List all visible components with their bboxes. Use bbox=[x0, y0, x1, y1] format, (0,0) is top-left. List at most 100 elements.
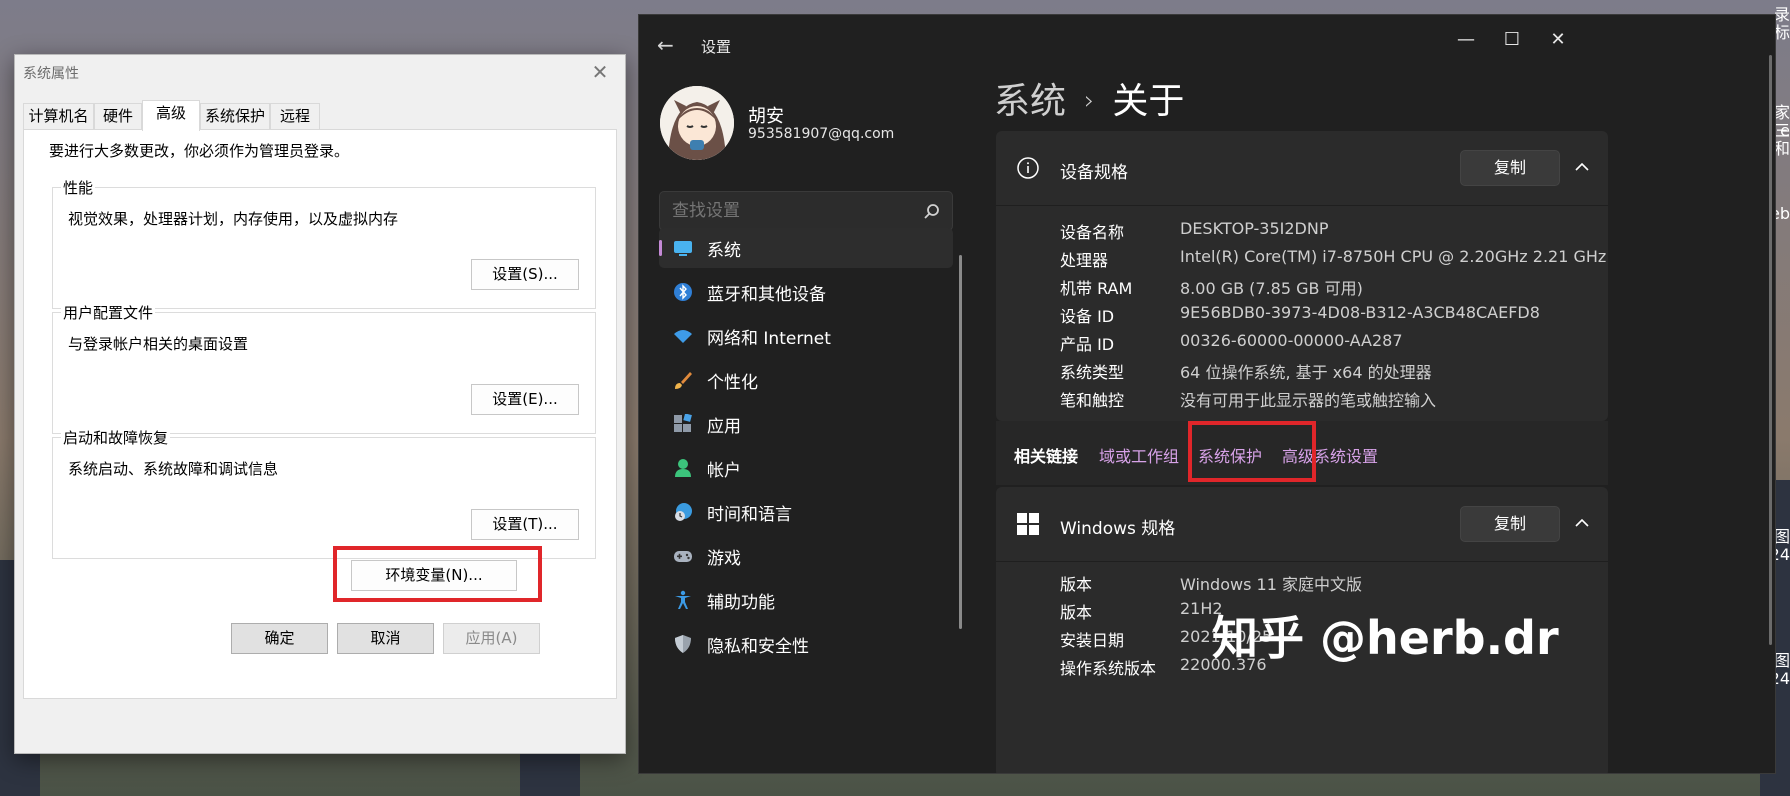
group-description: 与登录帐户相关的桌面设置 bbox=[68, 335, 249, 353]
spec-value: Intel(R) Core(TM) i7-8750H CPU @ 2.20GHz… bbox=[1180, 247, 1607, 266]
nav-item-personalization[interactable]: 个性化 bbox=[659, 360, 953, 400]
chevron-up-icon[interactable] bbox=[1574, 515, 1590, 531]
group-label: 启动和故障恢复 bbox=[61, 427, 171, 448]
chevron-up-icon[interactable] bbox=[1574, 159, 1590, 175]
spec-key: 笔和触控 bbox=[1060, 391, 1125, 410]
card-title: 设备规格 bbox=[1060, 163, 1128, 183]
close-icon[interactable]: ✕ bbox=[585, 57, 615, 87]
tab-computer-name[interactable]: 计算机名 bbox=[23, 103, 94, 129]
tab-remote[interactable]: 远程 bbox=[270, 103, 320, 129]
settings-search-input[interactable] bbox=[659, 191, 953, 231]
cancel-button[interactable]: 取消 bbox=[337, 623, 434, 654]
startup-recovery-group: 启动和故障恢复 系统启动、系统故障和调试信息 设置(T)... bbox=[52, 427, 596, 559]
tab-hardware[interactable]: 硬件 bbox=[94, 103, 142, 129]
card-title: Windows 规格 bbox=[1060, 519, 1176, 539]
group-label: 性能 bbox=[61, 177, 96, 198]
nav-item-system[interactable]: 系统 bbox=[659, 228, 953, 268]
apply-button[interactable]: 应用(A) bbox=[443, 623, 540, 654]
group-label: 用户配置文件 bbox=[61, 302, 156, 323]
spec-value: DESKTOP-35I2DNP bbox=[1180, 219, 1329, 238]
settings-window: ← 设置 — ☐ ✕ 胡安 953581907@qq.com 系统 蓝牙和其他设… bbox=[638, 14, 1776, 774]
copy-device-specs-button[interactable]: 复制 bbox=[1460, 150, 1560, 186]
dialog-tabs: 计算机名 硬件 高级 系统保护 远程 bbox=[23, 100, 617, 131]
system-properties-dialog: 系统属性 ✕ 计算机名 硬件 高级 系统保护 远程 要进行大多数更改，你必须作为… bbox=[14, 54, 626, 754]
brush-icon bbox=[675, 372, 692, 389]
breadcrumb-parent[interactable]: 系统 bbox=[994, 81, 1066, 122]
globe-clock-icon bbox=[675, 503, 692, 521]
nav-item-gaming[interactable]: 游戏 bbox=[659, 536, 953, 576]
highlight-box bbox=[1188, 421, 1316, 482]
nav-label: 帐户 bbox=[707, 461, 741, 481]
wifi-icon bbox=[674, 330, 692, 343]
accessibility-icon bbox=[675, 590, 691, 609]
nav-label: 网络和 Internet bbox=[707, 329, 831, 349]
spec-key: 处理器 bbox=[1060, 251, 1109, 270]
nav-item-privacy-security[interactable]: 隐私和安全性 bbox=[659, 624, 953, 664]
window-title: 设置 bbox=[701, 38, 732, 56]
nav-label: 游戏 bbox=[707, 549, 741, 569]
nav-scrollbar[interactable] bbox=[959, 255, 962, 629]
device-specs-header[interactable]: 设备规格 复制 bbox=[996, 131, 1608, 205]
related-links-label: 相关链接 bbox=[1014, 447, 1079, 466]
user-profiles-settings-button[interactable]: 设置(E)... bbox=[471, 384, 579, 415]
group-description: 系统启动、系统故障和调试信息 bbox=[68, 460, 279, 478]
spec-value: 没有可用于此显示器的笔或触控输入 bbox=[1180, 391, 1437, 410]
spec-key: 系统类型 bbox=[1060, 363, 1125, 382]
maximize-icon[interactable]: ☐ bbox=[1489, 25, 1535, 55]
dialog-title: 系统属性 bbox=[23, 66, 79, 82]
spec-key: 设备名称 bbox=[1060, 223, 1125, 242]
nav-item-time-language[interactable]: 时间和语言 bbox=[659, 492, 953, 532]
spec-value: 64 位操作系统, 基于 x64 的处理器 bbox=[1180, 363, 1432, 382]
spec-value: 00326-60000-00000-AA287 bbox=[1180, 331, 1403, 350]
spec-key: 设备 ID bbox=[1060, 307, 1115, 326]
ok-button[interactable]: 确定 bbox=[231, 623, 328, 654]
spec-key: 机带 RAM bbox=[1060, 279, 1133, 298]
person-icon bbox=[675, 459, 691, 477]
nav-item-network[interactable]: 网络和 Internet bbox=[659, 316, 953, 356]
breadcrumb-separator: › bbox=[1084, 86, 1095, 116]
nav-item-bluetooth[interactable]: 蓝牙和其他设备 bbox=[659, 272, 953, 312]
nav-label: 辅助功能 bbox=[707, 593, 775, 613]
search-icon[interactable] bbox=[922, 202, 942, 222]
spec-key: 操作系统版本 bbox=[1060, 659, 1157, 678]
spec-key: 版本 bbox=[1060, 575, 1093, 594]
spec-key: 安装日期 bbox=[1060, 631, 1125, 650]
minimize-icon[interactable]: — bbox=[1443, 25, 1489, 55]
spec-key: 版本 bbox=[1060, 603, 1093, 622]
page-title: 关于 bbox=[1112, 81, 1185, 122]
spec-value: 9E56BDB0-3973-4D08-B312-A3CB48CAEFD8 bbox=[1180, 303, 1540, 322]
gamepad-icon bbox=[674, 551, 692, 562]
avatar[interactable] bbox=[660, 86, 734, 160]
nav-item-accounts[interactable]: 帐户 bbox=[659, 448, 953, 488]
performance-group: 性能 视觉效果，处理器计划，内存使用，以及虚拟内存 设置(S)... bbox=[52, 177, 596, 309]
nav-label: 蓝牙和其他设备 bbox=[707, 285, 826, 305]
group-description: 视觉效果，处理器计划，内存使用，以及虚拟内存 bbox=[68, 210, 399, 228]
link-domain-workgroup[interactable]: 域或工作组 bbox=[1099, 443, 1179, 467]
advanced-tab-pane: 要进行大多数更改，你必须作为管理员登录。 性能 视觉效果，处理器计划，内存使用，… bbox=[23, 129, 617, 699]
nav-label: 时间和语言 bbox=[707, 505, 792, 525]
windows-specs-header[interactable]: Windows 规格 复制 bbox=[996, 487, 1608, 561]
nav-label: 系统 bbox=[707, 241, 741, 261]
content-scrollbar[interactable] bbox=[1769, 55, 1772, 645]
spec-key: 产品 ID bbox=[1060, 335, 1115, 354]
watermark: 知乎 @herb.dr bbox=[1212, 611, 1559, 665]
performance-settings-button[interactable]: 设置(S)... bbox=[471, 259, 579, 290]
startup-recovery-settings-button[interactable]: 设置(T)... bbox=[471, 509, 579, 540]
highlight-box bbox=[333, 546, 542, 602]
back-arrow-icon[interactable]: ← bbox=[657, 33, 674, 57]
spec-value: 8.00 GB (7.85 GB 可用) bbox=[1180, 279, 1363, 298]
user-profiles-group: 用户配置文件 与登录帐户相关的桌面设置 设置(E)... bbox=[52, 302, 596, 434]
copy-windows-specs-button[interactable]: 复制 bbox=[1460, 506, 1560, 542]
divider bbox=[996, 561, 1608, 562]
nav-item-accessibility[interactable]: 辅助功能 bbox=[659, 580, 953, 620]
monitor-icon bbox=[674, 241, 692, 256]
tab-advanced[interactable]: 高级 bbox=[142, 100, 200, 131]
nav-item-apps[interactable]: 应用 bbox=[659, 404, 953, 444]
shield-icon bbox=[675, 635, 691, 653]
tab-system-protection[interactable]: 系统保护 bbox=[200, 103, 270, 129]
divider bbox=[996, 205, 1608, 206]
nav-label: 应用 bbox=[707, 417, 741, 437]
close-icon[interactable]: ✕ bbox=[1535, 25, 1581, 55]
user-email: 953581907@qq.com bbox=[748, 126, 895, 142]
apps-icon bbox=[674, 414, 692, 432]
